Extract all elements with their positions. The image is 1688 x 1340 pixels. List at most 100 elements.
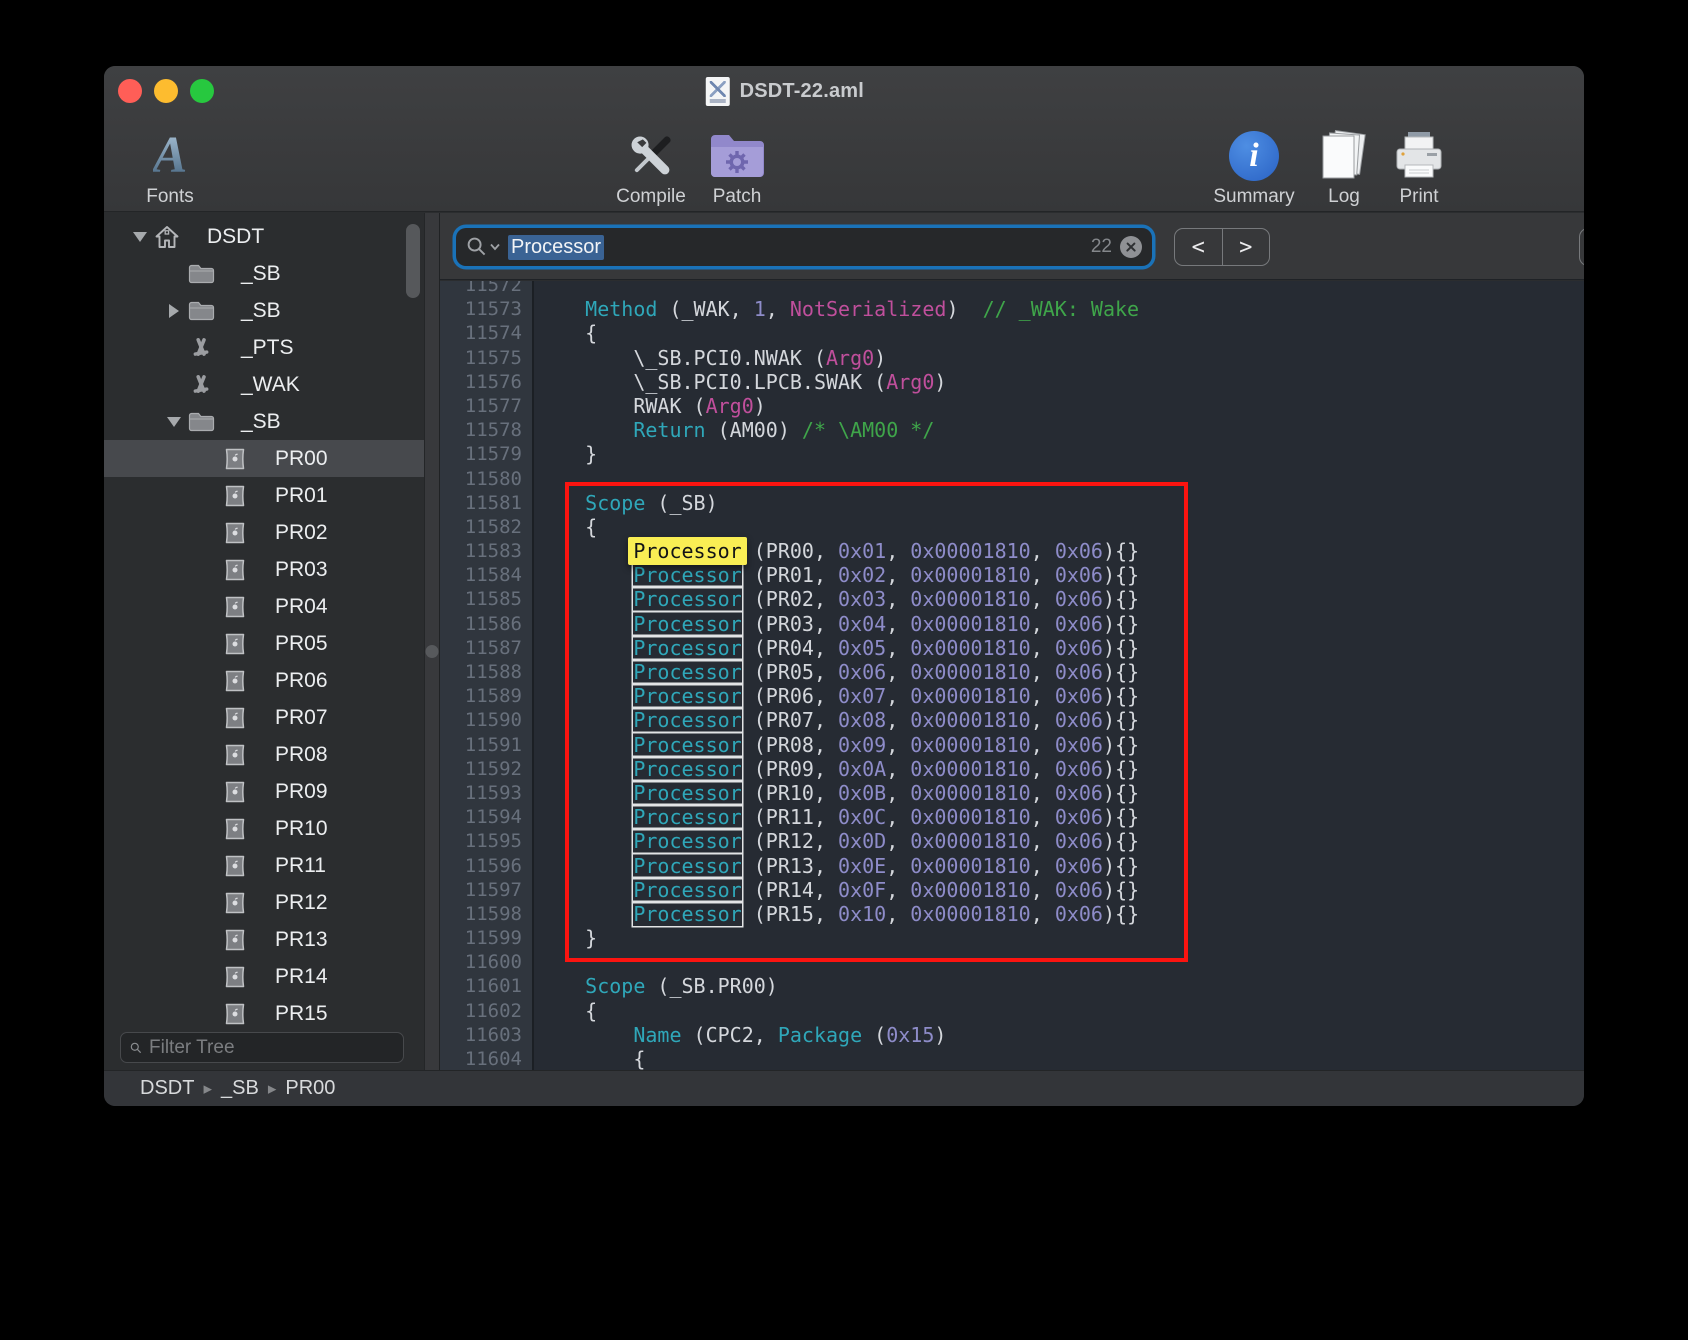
cpu-icon [222, 631, 254, 657]
disclosure-triangle-icon[interactable] [126, 232, 154, 242]
tree-item-label: PR03 [275, 558, 328, 582]
code-text: RWAK (Arg0) [537, 394, 766, 418]
find-nav-segment: < > [1174, 228, 1270, 266]
filter-tree-field[interactable] [120, 1032, 404, 1063]
tree-item-pr09[interactable]: PR09 [104, 773, 424, 810]
breadcrumb-item-_sb[interactable]: _SB [221, 1077, 259, 1100]
code-line: 11604 { [440, 1047, 1584, 1070]
line-number: 11595 [440, 829, 532, 853]
tree-item-pr05[interactable]: PR05 [104, 625, 424, 662]
filter-tree-input[interactable] [149, 1037, 394, 1059]
editor-column: Processor 22 < > Done Replace 1157211573… [440, 213, 1584, 1070]
tree-item-label: PR15 [275, 1002, 328, 1026]
code-text: } [537, 926, 597, 950]
code-text: Processor (PR08, 0x09, 0x00001810, 0x06)… [537, 733, 1139, 757]
line-number: 11577 [440, 394, 532, 418]
tree-item-label: PR05 [275, 632, 328, 656]
code-text: Return (AM00) /* \AM00 */ [537, 418, 934, 442]
match-outline: Processor [633, 684, 741, 708]
code-text: Processor (PR01, 0x02, 0x00001810, 0x06)… [537, 563, 1139, 587]
tree-item-_sb[interactable]: _SB [104, 255, 424, 292]
tree-item-pr13[interactable]: PR13 [104, 921, 424, 958]
previous-match-button[interactable]: < [1175, 229, 1223, 265]
line-number: 11584 [440, 563, 532, 587]
tree-item-pr14[interactable]: PR14 [104, 958, 424, 995]
code-text: } [537, 442, 597, 466]
code-line: 11575 \_SB.PCI0.NWAK (Arg0) [440, 346, 1584, 370]
toolbar-button-patch[interactable]: Patch [682, 128, 792, 208]
code-text: { [537, 321, 597, 345]
tree-item-pr00[interactable]: PR00 [104, 440, 424, 477]
tree-item-label: _SB [241, 410, 281, 434]
line-number: 11599 [440, 926, 532, 950]
code-line: 11572 [440, 281, 1584, 297]
find-query-text[interactable]: Processor [508, 235, 604, 260]
tree-item-pr01[interactable]: PR01 [104, 477, 424, 514]
tree-item-_sb[interactable]: _SB [104, 292, 424, 329]
zoom-window-button[interactable] [190, 79, 214, 103]
code-text: Scope (_SB.PR00) [537, 974, 778, 998]
toolbar-button-fonts[interactable]: A Fonts [115, 128, 225, 208]
match-outline: Processor [633, 587, 741, 611]
next-match-button[interactable]: > [1223, 229, 1270, 265]
line-number: 11588 [440, 660, 532, 684]
match-outline: Processor [633, 854, 741, 878]
done-button[interactable]: Done [1579, 228, 1584, 266]
disclosure-triangle-icon[interactable] [160, 304, 188, 318]
tree-item-pr06[interactable]: PR06 [104, 662, 424, 699]
code-text: Name (CPC2, Package (0x15) [537, 1023, 946, 1047]
code-line: 11600 [440, 950, 1584, 974]
minimize-window-button[interactable] [154, 79, 178, 103]
tree-item-label: PR14 [275, 965, 328, 989]
home-icon [154, 224, 186, 250]
line-number: 11576 [440, 370, 532, 394]
tree-item-_wak[interactable]: _WAK [104, 366, 424, 403]
code-text: Processor (PR02, 0x03, 0x00001810, 0x06)… [537, 587, 1139, 611]
tree-item-pr08[interactable]: PR08 [104, 736, 424, 773]
code-text: Processor (PR09, 0x0A, 0x00001810, 0x06)… [537, 757, 1139, 781]
tree-item-pr04[interactable]: PR04 [104, 588, 424, 625]
breadcrumb-item-dsdt[interactable]: DSDT [140, 1077, 194, 1100]
code-line: 11586 Processor (PR03, 0x04, 0x00001810,… [440, 612, 1584, 636]
code-line: 11589 Processor (PR06, 0x07, 0x00001810,… [440, 684, 1584, 708]
cpu-icon [222, 594, 254, 620]
code-line: 11592 Processor (PR09, 0x0A, 0x00001810,… [440, 757, 1584, 781]
tree-item-label: PR02 [275, 521, 328, 545]
folder-icon [188, 411, 220, 433]
tree-item-pr03[interactable]: PR03 [104, 551, 424, 588]
code-text: Processor (PR00, 0x01, 0x00001810, 0x06)… [537, 539, 1139, 563]
breadcrumb-item-pr00[interactable]: PR00 [285, 1077, 335, 1100]
tree-item-_sb[interactable]: _SB [104, 403, 424, 440]
tree-item-pr15[interactable]: PR15 [104, 995, 424, 1027]
clear-search-icon[interactable] [1120, 236, 1142, 258]
tree-item-pr07[interactable]: PR07 [104, 699, 424, 736]
tree-item-pr11[interactable]: PR11 [104, 847, 424, 884]
code-text: Processor (PR06, 0x07, 0x00001810, 0x06)… [537, 684, 1139, 708]
tree-scrollbar-thumb[interactable] [406, 224, 420, 298]
tree-item-pr12[interactable]: PR12 [104, 884, 424, 921]
split-handle-icon[interactable] [426, 645, 439, 658]
cpu-icon [222, 779, 254, 805]
folder-icon [188, 263, 220, 285]
dsdt-tree: DSDT_SB_SB_PTS_WAK_SBPR00PR01PR02PR03PR0… [104, 218, 424, 1027]
tree-item-dsdt[interactable]: DSDT [104, 218, 424, 255]
current-match-highlight: Processor [628, 537, 746, 565]
find-field[interactable]: Processor 22 [456, 228, 1152, 266]
disclosure-triangle-icon[interactable] [160, 417, 188, 427]
split-divider[interactable] [424, 213, 440, 1070]
search-scope-icon[interactable] [466, 236, 500, 258]
sidebar: DSDT_SB_SB_PTS_WAK_SBPR00PR01PR02PR03PR0… [104, 213, 424, 1070]
tree-item-_pts[interactable]: _PTS [104, 329, 424, 366]
toolbar-button-print[interactable]: Print [1364, 128, 1474, 208]
match-outline: Processor [633, 708, 741, 732]
tree-item-pr10[interactable]: PR10 [104, 810, 424, 847]
tree-item-pr02[interactable]: PR02 [104, 514, 424, 551]
line-number: 11601 [440, 974, 532, 998]
close-window-button[interactable] [118, 79, 142, 103]
code-editor[interactable]: 1157211573 Method (_WAK, 1, NotSerialize… [440, 281, 1584, 1070]
cpu-icon [222, 890, 254, 916]
code-line: 11598 Processor (PR15, 0x10, 0x00001810,… [440, 902, 1584, 926]
line-number: 11602 [440, 999, 532, 1023]
match-outline: Processor [633, 636, 741, 660]
tree-item-label: PR00 [275, 447, 328, 471]
